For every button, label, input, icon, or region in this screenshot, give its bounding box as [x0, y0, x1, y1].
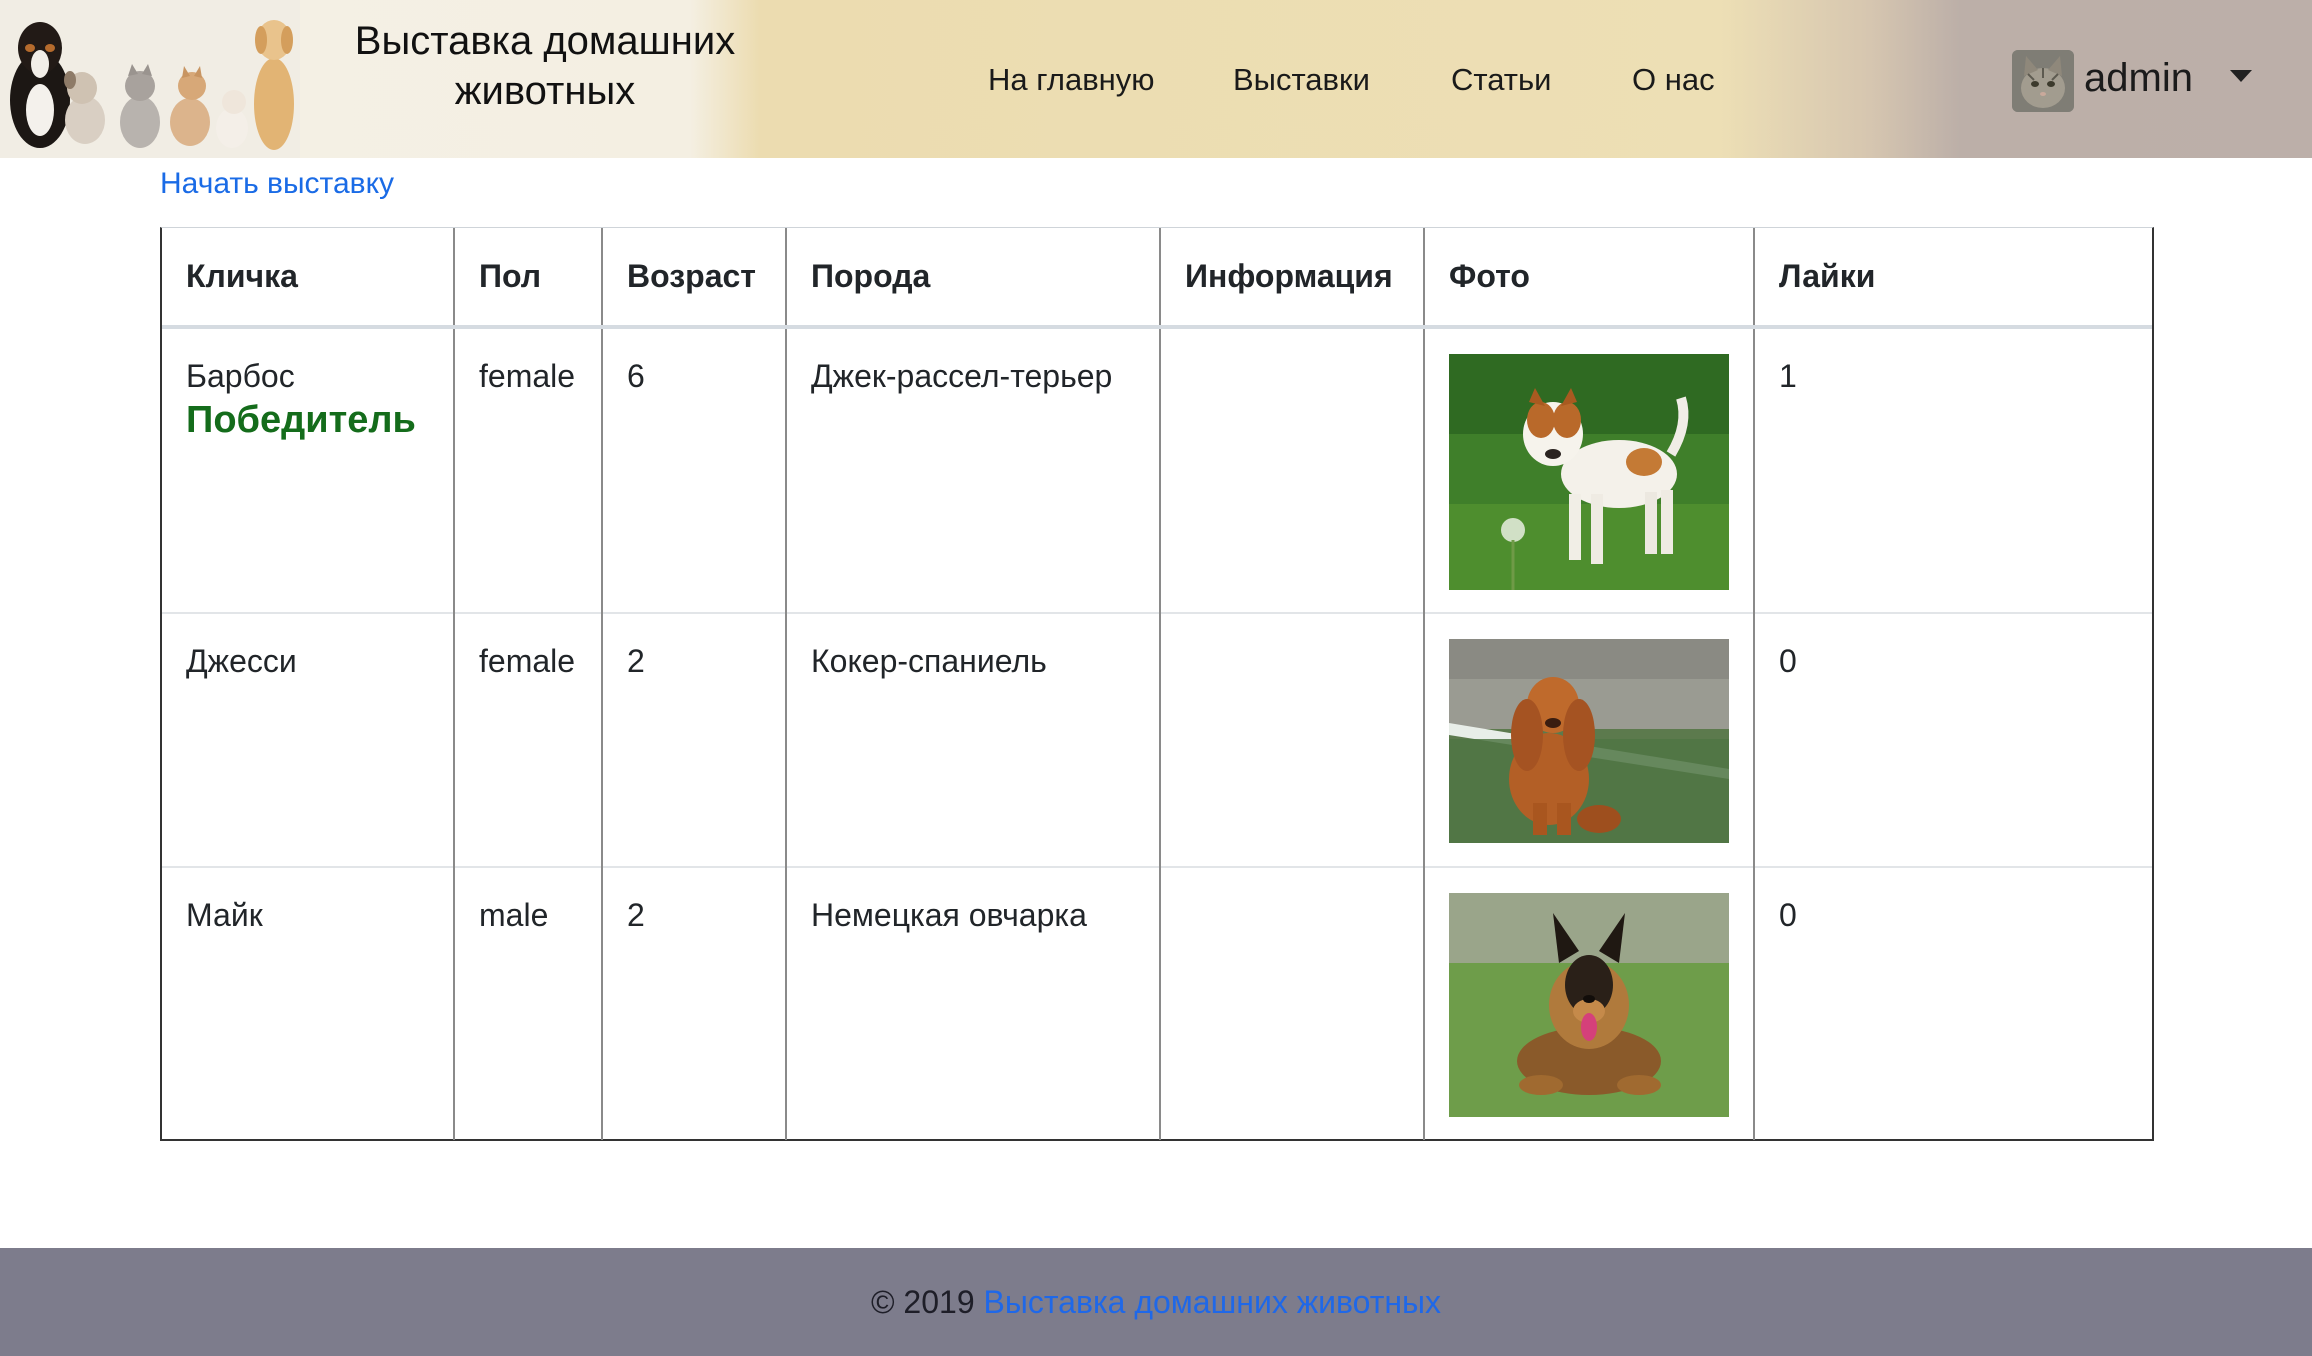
column-header-name: Кличка	[162, 228, 454, 329]
username-label: admin	[2084, 56, 2193, 100]
pet-name: Майк	[186, 897, 263, 933]
pet-likes: 0	[1753, 612, 2152, 867]
pet-sex: male	[453, 866, 602, 1140]
column-header-breed: Порода	[785, 228, 1160, 329]
pet-breed: Кокер-спаниель	[785, 612, 1160, 867]
pet-photo-cell	[1423, 866, 1754, 1140]
pet-name: Барбос	[186, 358, 295, 394]
site-footer: © 2019 Выставка домашних животных	[0, 1248, 2312, 1356]
table-row: Майк male 2 Немецкая овчарка 0	[162, 866, 2152, 1140]
start-exhibition-link[interactable]: Начать выставку	[160, 164, 394, 204]
pet-name-cell: Джесси	[162, 612, 454, 867]
site-header: Выставка домашних животных На главную Вы…	[0, 0, 2312, 158]
column-header-info: Информация	[1159, 228, 1424, 329]
winner-badge: Победитель	[186, 399, 416, 441]
pet-breed: Немецкая овчарка	[785, 866, 1160, 1140]
nav-item-home[interactable]: На главную	[988, 58, 1155, 102]
pets-logo-image[interactable]	[0, 0, 300, 158]
pets-group-illustration	[0, 0, 300, 158]
pet-info	[1159, 327, 1424, 613]
table-header-row: Кличка Пол Возраст Порода Информация Фот…	[162, 228, 2152, 329]
pet-name-cell: Барбос Победитель	[162, 327, 454, 613]
column-header-likes: Лайки	[1753, 228, 2152, 329]
pet-breed: Джек-рассел-терьер	[785, 327, 1160, 613]
chevron-down-icon	[2230, 70, 2252, 82]
pet-name-cell: Майк	[162, 866, 454, 1140]
nav-item-about[interactable]: О нас	[1632, 58, 1715, 102]
pet-info	[1159, 866, 1424, 1140]
pet-age: 2	[601, 866, 786, 1140]
pet-age: 6	[601, 327, 786, 613]
cat-avatar-image	[2012, 50, 2074, 112]
pet-sex: female	[453, 327, 602, 613]
table-row: Барбос Победитель female 6 Джек-рассел-т…	[162, 327, 2152, 613]
column-header-age: Возраст	[601, 228, 786, 329]
pet-sex: female	[453, 612, 602, 867]
pet-name: Джесси	[186, 643, 297, 679]
cocker-spaniel-photo[interactable]	[1449, 639, 1729, 843]
pet-likes: 0	[1753, 866, 2152, 1140]
column-header-sex: Пол	[453, 228, 602, 329]
german-shepherd-photo[interactable]	[1449, 893, 1729, 1117]
pet-photo-cell	[1423, 327, 1754, 613]
pet-photo-cell	[1423, 612, 1754, 867]
pet-info	[1159, 612, 1424, 867]
footer-site-link[interactable]: Выставка домашних животных	[984, 1284, 1442, 1320]
pet-likes: 1	[1753, 327, 2152, 613]
nav-item-articles[interactable]: Статьи	[1451, 58, 1551, 102]
jack-russell-photo[interactable]	[1449, 354, 1729, 590]
pets-table-container: Кличка Пол Возраст Порода Информация Фот…	[160, 227, 2154, 1141]
nav-item-exhibitions[interactable]: Выставки	[1233, 58, 1370, 102]
table-row: Джесси female 2 Кокер-спаниель 0	[162, 612, 2152, 867]
column-header-photo: Фото	[1423, 228, 1754, 329]
pets-table: Кличка Пол Возраст Порода Информация Фот…	[162, 228, 2152, 1140]
pet-age: 2	[601, 612, 786, 867]
footer-copyright: © 2019	[870, 1284, 984, 1320]
site-brand-title[interactable]: Выставка домашних животных	[320, 16, 770, 116]
user-avatar	[2012, 50, 2074, 112]
